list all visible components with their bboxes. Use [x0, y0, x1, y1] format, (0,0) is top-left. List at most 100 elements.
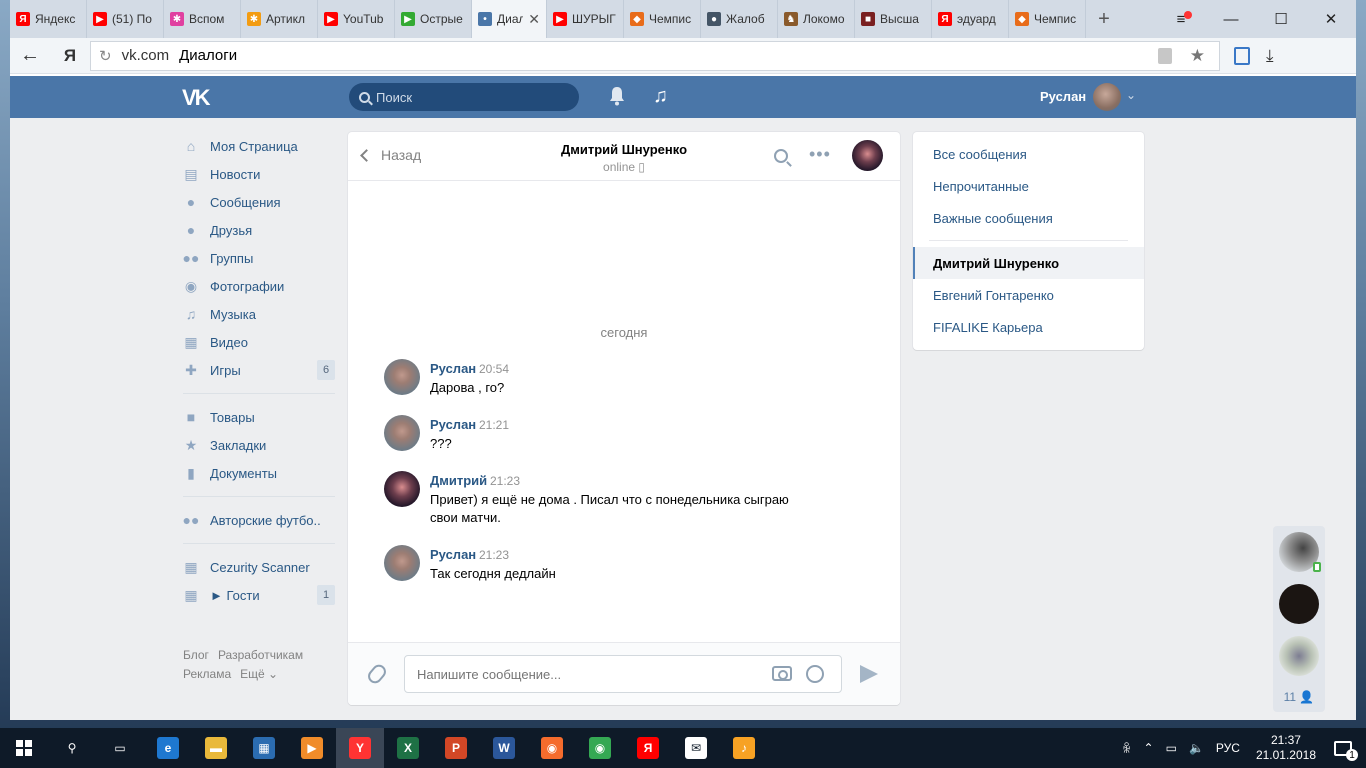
excel-icon[interactable]: X: [384, 728, 432, 768]
start-button[interactable]: [0, 728, 48, 768]
more-icon[interactable]: •••: [809, 144, 831, 165]
message-avatar[interactable]: [384, 415, 420, 451]
sidebar-item[interactable]: ★ Закладки: [183, 431, 335, 459]
explorer-icon[interactable]: ▬: [192, 728, 240, 768]
dialog-item-fifalike[interactable]: FIFALIKE Карьера: [913, 311, 1144, 343]
sidebar-item[interactable]: ✚ Игры 6: [183, 356, 335, 384]
store-icon[interactable]: ▦: [240, 728, 288, 768]
clock[interactable]: 21:37 21.01.2018: [1256, 733, 1316, 763]
sidebar-item[interactable]: ▮ Документы: [183, 459, 335, 487]
browser-tab[interactable]: ♞ Локомо: [778, 0, 855, 38]
people-icon[interactable]: ꆜ: [1122, 740, 1131, 756]
sidebar-item[interactable]: ●● Группы: [183, 244, 335, 272]
sidebar-item[interactable]: ♫ Музыка: [183, 300, 335, 328]
sidebar-item[interactable]: ▦ Видео: [183, 328, 335, 356]
action-center-button[interactable]: 1: [1330, 737, 1358, 761]
reload-icon[interactable]: ↻: [99, 47, 112, 65]
maximize-button[interactable]: ☐: [1256, 0, 1306, 38]
browser-tab[interactable]: ◆ Чемпис: [624, 0, 701, 38]
footer-link-developers[interactable]: Разработчикам: [218, 648, 303, 662]
mail-icon[interactable]: ✉: [672, 728, 720, 768]
back-button[interactable]: ←: [10, 38, 50, 74]
browser-tab[interactable]: Я Яндекс: [10, 0, 87, 38]
bookmark-star-icon[interactable]: ★: [1190, 46, 1205, 66]
browser-tab[interactable]: ■ Высша: [855, 0, 932, 38]
music-note-icon[interactable]: ♫: [653, 85, 668, 108]
bell-icon[interactable]: [608, 86, 626, 106]
yandex-icon[interactable]: Я: [624, 728, 672, 768]
new-tab-button[interactable]: +: [1086, 0, 1122, 38]
lock-icon[interactable]: [1157, 47, 1172, 64]
header-avatar[interactable]: [1093, 83, 1121, 111]
message-author[interactable]: Руслан: [430, 547, 476, 562]
filter-unread[interactable]: Непрочитанные: [913, 170, 1144, 202]
filter-all-messages[interactable]: Все сообщения: [913, 138, 1144, 170]
message-avatar[interactable]: [384, 545, 420, 581]
tray-chevron-up-icon[interactable]: ⌃: [1144, 741, 1154, 755]
filter-important[interactable]: Важные сообщения: [913, 202, 1144, 234]
sidebar-item[interactable]: ■ Товары: [183, 403, 335, 431]
message-author[interactable]: Руслан: [430, 417, 476, 432]
network-icon[interactable]: ▭: [1166, 741, 1177, 755]
browser-tab[interactable]: ▶ ШУРЫГ: [547, 0, 624, 38]
tab-close-icon[interactable]: ✕: [528, 11, 540, 28]
sidebar-item[interactable]: ▤ Новости: [183, 160, 335, 188]
message-avatar[interactable]: [384, 359, 420, 395]
peer-avatar[interactable]: [852, 140, 883, 171]
url-field[interactable]: ↻ vk.com Диалоги ★: [90, 40, 1220, 71]
word-icon[interactable]: W: [480, 728, 528, 768]
camera-icon[interactable]: [772, 666, 792, 681]
footer-link-more[interactable]: Ещё ⌄: [240, 667, 278, 681]
dialog-item-evgeny[interactable]: Евгений Гонтаренко: [913, 279, 1144, 311]
footer-link-ads[interactable]: Реклама: [183, 667, 231, 681]
browser-tab[interactable]: Яэдуард: [932, 0, 1009, 38]
send-icon[interactable]: [860, 665, 878, 683]
sidebar-item[interactable]: ▦ Cezurity Scanner: [183, 553, 335, 581]
chevron-down-icon[interactable]: ⌄: [1126, 88, 1136, 102]
footer-link-blog[interactable]: Блог: [183, 648, 209, 662]
sidebar-item[interactable]: ⌂ Моя Страница: [183, 132, 335, 160]
dialog-item-dmitry[interactable]: Дмитрий Шнуренко: [913, 247, 1144, 279]
yandex-home-button[interactable]: Я: [50, 46, 90, 66]
message-author[interactable]: Дмитрий: [430, 473, 487, 488]
message-avatar[interactable]: [384, 471, 420, 507]
browser-tab[interactable]: ▶ Острые: [395, 0, 472, 38]
message-author[interactable]: Руслан: [430, 361, 476, 376]
header-user-name[interactable]: Руслан: [1040, 89, 1086, 104]
edge-icon[interactable]: e: [144, 728, 192, 768]
browser-tab[interactable]: • Диал ✕: [472, 0, 547, 38]
browser-menu-button[interactable]: ≡: [1156, 0, 1206, 38]
sidebar-item[interactable]: ●● Авторские футбо..: [183, 506, 335, 534]
volume-icon[interactable]: 🔈: [1189, 741, 1204, 755]
browser-tab[interactable]: ✱ Артикл: [241, 0, 318, 38]
browser-tab[interactable]: ✱ Вспом: [164, 0, 241, 38]
minimize-button[interactable]: —: [1206, 0, 1256, 38]
friend-avatar[interactable]: [1279, 636, 1319, 676]
browser-tab[interactable]: ◆ Чемпис: [1009, 0, 1086, 38]
friend-avatar[interactable]: [1279, 584, 1319, 624]
browser-tab[interactable]: ▶ YouTub: [318, 0, 395, 38]
vk-logo[interactable]: VK: [182, 85, 216, 110]
online-friends-count[interactable]: 11 👤: [1273, 690, 1325, 704]
language-indicator[interactable]: РУС: [1216, 741, 1240, 755]
sidebar-item[interactable]: ▦ ► Гости 1: [183, 581, 335, 609]
image-icon[interactable]: [1234, 46, 1250, 65]
download-icon[interactable]: ⤓: [1266, 46, 1274, 66]
yandex-browser-icon[interactable]: Y: [336, 728, 384, 768]
close-window-button[interactable]: ✕: [1306, 0, 1356, 38]
task-view-icon[interactable]: ▭: [96, 728, 144, 768]
chrome-icon[interactable]: ◉: [576, 728, 624, 768]
fl-studio-icon[interactable]: ♪: [720, 728, 768, 768]
browser-tab[interactable]: ● Жалоб: [701, 0, 778, 38]
emoji-smile-icon[interactable]: [806, 665, 824, 683]
attach-paperclip-icon[interactable]: [365, 661, 389, 687]
search-icon[interactable]: [774, 149, 788, 163]
powerpoint-icon[interactable]: P: [432, 728, 480, 768]
browser-tab[interactable]: ▶ (51) По: [87, 0, 164, 38]
sidebar-item[interactable]: ● Сообщения: [183, 188, 335, 216]
sidebar-item[interactable]: ◉ Фотографии: [183, 272, 335, 300]
search-icon[interactable]: ⚲: [48, 728, 96, 768]
origin-icon[interactable]: ◉: [528, 728, 576, 768]
sidebar-item[interactable]: ● Друзья: [183, 216, 335, 244]
vk-search-input[interactable]: Поиск: [349, 83, 579, 111]
